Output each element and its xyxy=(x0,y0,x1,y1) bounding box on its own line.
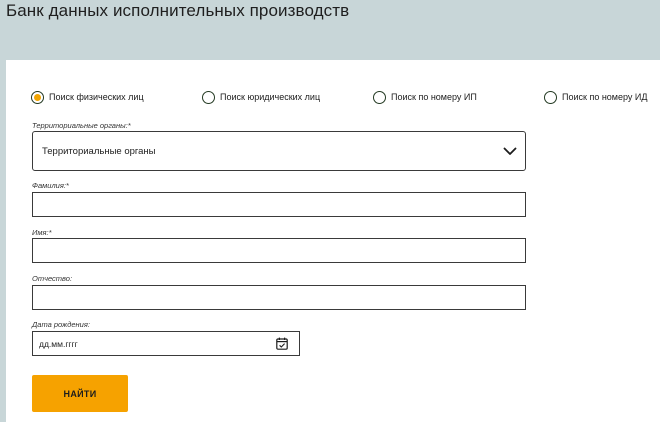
territorial-label: Территориальные органы:* xyxy=(32,121,131,130)
calendar-icon[interactable] xyxy=(276,337,288,350)
radio-search-legal-entities[interactable]: Поиск юридических лиц xyxy=(202,89,320,105)
first-name-input[interactable] xyxy=(32,238,526,263)
territorial-select[interactable]: Территориальные органы xyxy=(32,131,526,171)
birth-date-field xyxy=(32,331,300,356)
chevron-down-icon[interactable] xyxy=(503,145,517,157)
radio-circle[interactable] xyxy=(202,90,215,104)
radio-search-individuals[interactable]: Поиск физических лиц xyxy=(31,89,144,105)
radio-search-ip-number[interactable]: Поиск по номеру ИП xyxy=(373,89,477,105)
patronymic-input[interactable] xyxy=(32,285,526,310)
last-name-label: Фамилия:* xyxy=(32,181,69,190)
radio-label: Поиск юридических лиц xyxy=(220,92,321,102)
page-title: Банк данных исполнительных производств xyxy=(6,1,350,20)
birth-date-label: Дата рождения: xyxy=(32,320,90,329)
first-name-label: Имя:* xyxy=(32,228,52,237)
patronymic-label: Отчество: xyxy=(32,274,73,283)
birth-date-input[interactable] xyxy=(33,332,271,355)
radio-search-id-number[interactable]: Поиск по номеру ИД xyxy=(544,89,647,105)
radio-label: Поиск по номеру ИД xyxy=(562,92,648,102)
territorial-select-value: Территориальные органы xyxy=(42,145,156,157)
radio-label: Поиск физических лиц xyxy=(49,92,144,102)
radio-circle-checked[interactable] xyxy=(31,90,44,104)
search-type-group: Поиск физических лиц Поиск юридических л… xyxy=(25,89,660,107)
search-button[interactable]: НАЙТИ xyxy=(32,375,128,412)
last-name-input[interactable] xyxy=(32,192,526,217)
radio-circle[interactable] xyxy=(373,90,386,104)
radio-label: Поиск по номеру ИП xyxy=(391,92,477,102)
radio-circle[interactable] xyxy=(544,90,557,104)
